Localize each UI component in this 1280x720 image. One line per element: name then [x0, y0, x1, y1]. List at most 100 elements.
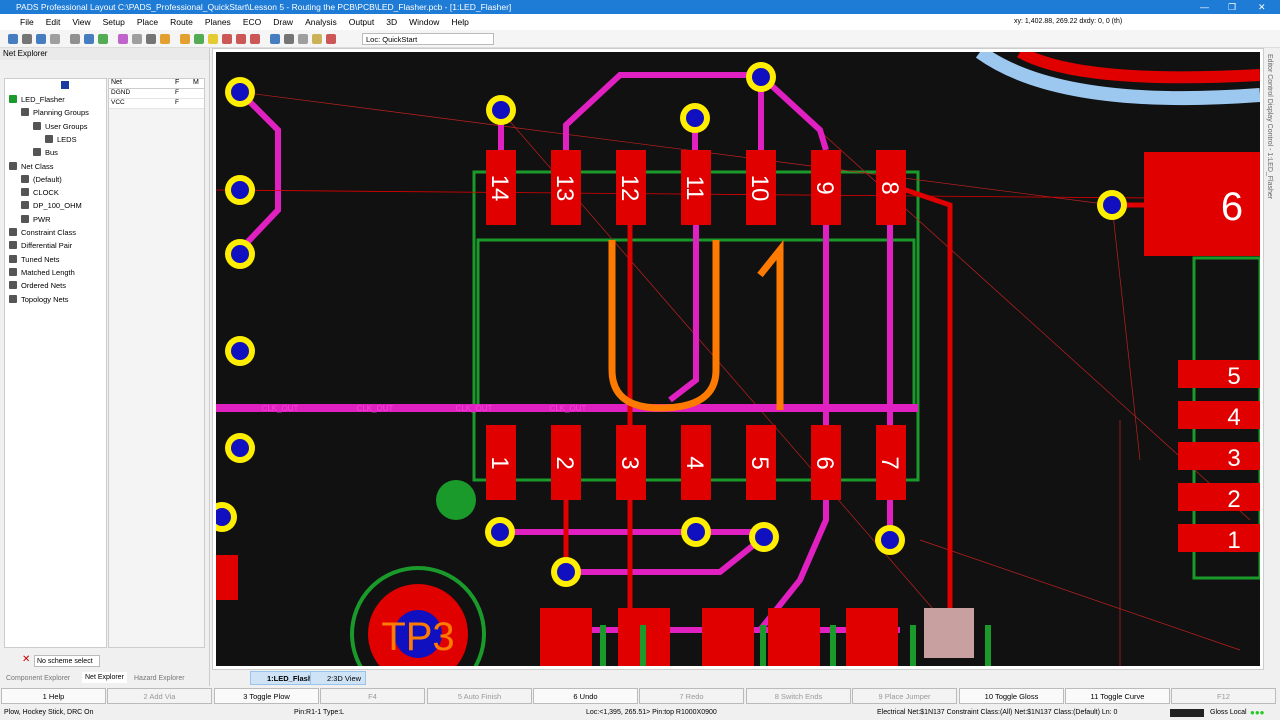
fkey-button[interactable]: 8 Switch Ends — [746, 688, 851, 704]
menu-place[interactable]: Place — [137, 17, 158, 27]
pcb-drawing[interactable]: 14 13 12 11 10 9 81 2 3 4 5 6 7543216TP3CLK_OUT CLK_O… — [216, 52, 1260, 666]
net-label: CLK_OUT — [550, 404, 587, 413]
tab-net-explorer[interactable]: Net Explorer — [82, 672, 127, 683]
fkey-button[interactable]: 11 Toggle Curve — [1065, 688, 1170, 704]
tree-item[interactable]: Bus — [33, 148, 58, 157]
menu-draw[interactable]: Draw — [273, 17, 293, 27]
via-center — [231, 245, 249, 263]
fkey-button[interactable]: 3 Toggle Plow — [214, 688, 319, 704]
col-f[interactable]: F — [175, 79, 179, 86]
bottom-pad — [846, 608, 898, 666]
hatched-pad — [924, 608, 974, 658]
table-row[interactable]: VCC F — [109, 99, 204, 109]
fkey-button[interactable]: 2 Add Via — [107, 688, 212, 704]
toolbar-button-icon[interactable] — [70, 34, 80, 44]
fkey-button[interactable]: 5 Auto Finish — [427, 688, 532, 704]
toolbar-button-icon[interactable] — [298, 34, 308, 44]
toolbar-button-icon[interactable] — [22, 34, 32, 44]
menu-view[interactable]: View — [72, 17, 90, 27]
tree-item[interactable]: Planning Groups — [21, 108, 89, 117]
tree-item[interactable]: Topology Nets — [9, 294, 69, 304]
fkey-button[interactable]: 1 Help — [1, 688, 106, 704]
scheme-value: No scheme select — [37, 658, 93, 665]
toolbar-button-icon[interactable] — [132, 34, 142, 44]
toolbar-button-icon[interactable] — [160, 34, 170, 44]
tree-item-label: DP_100_OHM — [33, 201, 82, 211]
close-button[interactable]: ✕ — [1258, 0, 1266, 14]
tree-item[interactable]: Ordered Nets — [9, 281, 66, 290]
tab-component-explorer[interactable]: Component Explorer — [6, 675, 70, 682]
toolbar-button-icon[interactable] — [180, 34, 190, 44]
menu-3d[interactable]: 3D — [386, 17, 397, 27]
fkey-button[interactable]: 6 Undo — [533, 688, 638, 704]
delete-icon[interactable]: ✕ — [22, 654, 30, 665]
toolbar-button-icon[interactable] — [326, 34, 336, 44]
tab-3d-view[interactable]: 2:3D View — [310, 671, 367, 685]
tree-item-label: LEDS — [57, 134, 77, 144]
minimize-button[interactable]: — — [1200, 0, 1209, 14]
tree-item[interactable]: Constraint Class — [9, 228, 76, 237]
fkey-button[interactable]: 9 Place Jumper — [852, 688, 957, 704]
tree-item[interactable]: PWR — [21, 214, 51, 224]
toolbar-button-icon[interactable] — [194, 34, 204, 44]
tree-item[interactable]: Tuned Nets — [9, 254, 60, 264]
toolbar-button-icon[interactable] — [8, 34, 18, 44]
menu-planes[interactable]: Planes — [205, 17, 231, 27]
toolbar-button-icon[interactable] — [312, 34, 322, 44]
location-dropdown[interactable]: Loc: QuickStart — [362, 33, 494, 45]
tree-item[interactable]: User Groups — [33, 121, 88, 131]
toolbar-button-icon[interactable] — [118, 34, 128, 44]
expand-all-icon[interactable] — [61, 81, 69, 89]
menu-eco[interactable]: ECO — [243, 17, 261, 27]
tree-item[interactable]: Matched Length — [9, 267, 75, 277]
tp3-label: TP3 — [381, 615, 454, 659]
location-value: Loc: QuickStart — [366, 35, 418, 44]
document-tabs: 1:LED_Flasher 2:3D View — [216, 670, 1264, 686]
col-m[interactable]: M — [193, 79, 199, 86]
pcb-canvas[interactable]: 14 13 12 11 10 9 8 1 2 3 4 5 6 7 5 4 3 2 1 6 TP3 CLK_OUT CLK_O… — [216, 52, 1260, 666]
menu-help[interactable]: Help — [451, 17, 468, 27]
toolbar-button-icon[interactable] — [270, 34, 280, 44]
tree-item[interactable]: LED_Flasher — [9, 95, 65, 104]
toolbar-button-icon[interactable] — [236, 34, 246, 44]
toolbar-button-icon[interactable] — [208, 34, 218, 44]
restore-button[interactable]: ❐ — [1228, 0, 1236, 14]
toolbar-button-icon[interactable] — [146, 34, 156, 44]
toolbar-button-icon[interactable] — [222, 34, 232, 44]
table-row[interactable]: DGND F — [109, 89, 204, 99]
menu-route[interactable]: Route — [170, 17, 193, 27]
tree-item[interactable]: (Default) — [21, 174, 62, 184]
right-control-strip[interactable]: Editor Control Display Control - 1:LED_F… — [1264, 48, 1280, 688]
tree-item-label: Ordered Nets — [21, 281, 67, 291]
toolbar-button-icon[interactable] — [98, 34, 108, 44]
scheme-select[interactable]: No scheme select — [34, 655, 100, 667]
col-net[interactable]: Net — [111, 79, 122, 86]
toolbar-button-icon[interactable] — [36, 34, 46, 44]
menu-file[interactable]: File — [20, 17, 34, 27]
u1-pin-label: 11 — [681, 176, 708, 201]
fkey-button[interactable]: 10 Toggle Gloss — [959, 688, 1064, 704]
connector-pad — [1178, 401, 1260, 429]
toolbar-button-icon[interactable] — [250, 34, 260, 44]
toolbar-button-icon[interactable] — [84, 34, 94, 44]
menu-analysis[interactable]: Analysis — [305, 17, 337, 27]
menu-edit[interactable]: Edit — [46, 17, 61, 27]
toolbar-button-icon[interactable] — [50, 34, 60, 44]
tree-item-label: Tuned Nets — [21, 254, 60, 264]
tree-item[interactable]: Differential Pair — [9, 241, 72, 250]
via-center — [755, 528, 773, 546]
fkey-button[interactable]: F4 — [320, 688, 425, 704]
tree-item[interactable]: Net Class — [9, 161, 54, 171]
tree-item[interactable]: LEDS — [45, 134, 77, 144]
u1-pin-label: 6 — [811, 456, 838, 469]
menu-setup[interactable]: Setup — [103, 17, 125, 27]
toolbar-button-icon[interactable] — [284, 34, 294, 44]
table-cell: DGND — [111, 89, 131, 96]
fkey-button[interactable]: F12 — [1171, 688, 1276, 704]
menu-window[interactable]: Window — [409, 17, 439, 27]
menu-output[interactable]: Output — [349, 17, 375, 27]
fkey-button[interactable]: 7 Redo — [639, 688, 744, 704]
tab-hazard-explorer[interactable]: Hazard Explorer — [134, 675, 185, 682]
tree-item[interactable]: CLOCK — [21, 188, 59, 197]
tree-item[interactable]: DP_100_OHM — [21, 201, 82, 210]
